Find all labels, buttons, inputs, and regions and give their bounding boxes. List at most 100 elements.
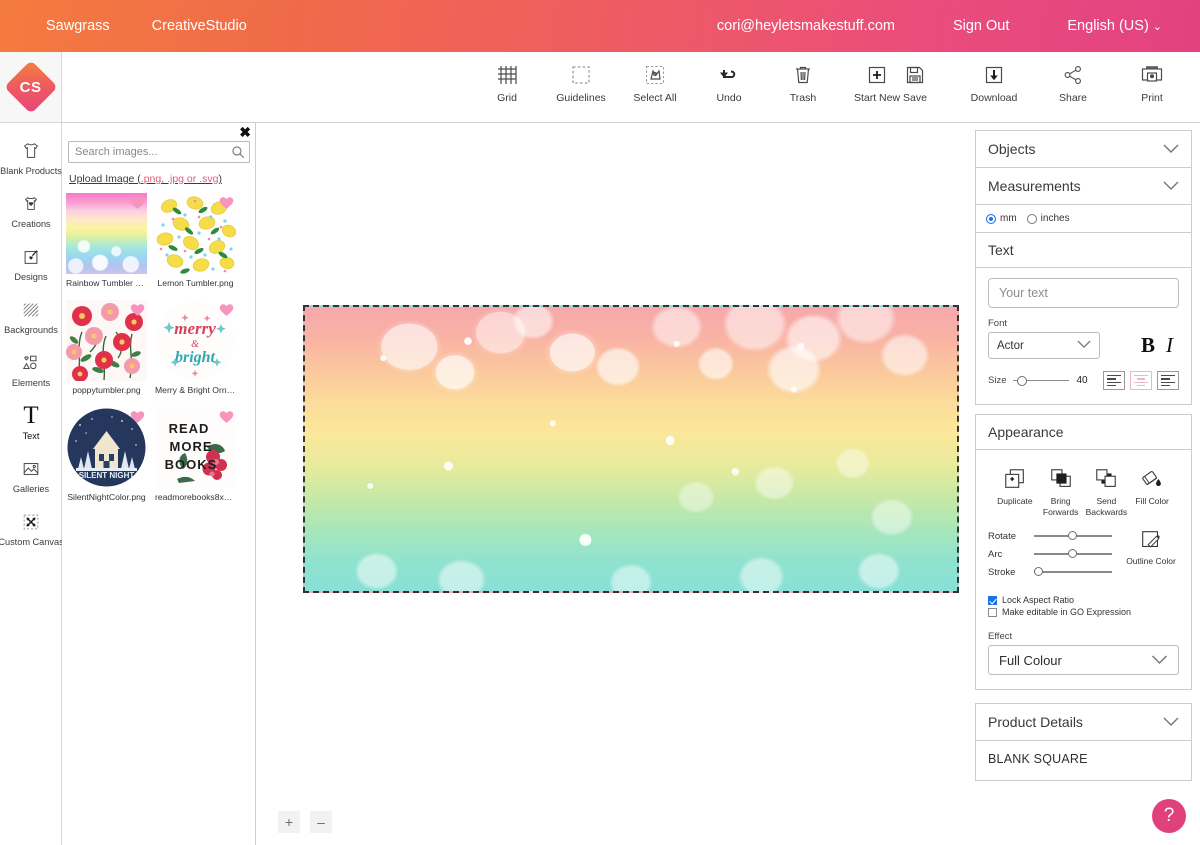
search-container <box>68 141 250 163</box>
thumbnail-item[interactable]: SILENT NIGHT SilentNightColor.png <box>66 407 147 502</box>
bring-forwards-button[interactable]: Bring Forwards <box>1038 466 1084 517</box>
inches-label[interactable]: inches <box>1041 213 1070 224</box>
sidebar-item-text[interactable]: T Text <box>0 398 62 445</box>
size-slider[interactable] <box>1013 375 1070 387</box>
align-center-button[interactable] <box>1130 371 1152 390</box>
thumbnail-item[interactable]: poppytumbler.png <box>66 300 147 395</box>
mm-label[interactable]: mm <box>1000 213 1017 224</box>
inches-radio[interactable] <box>1026 213 1037 224</box>
thumbnail-name: readmorebooks8x10.jpg <box>155 492 236 502</box>
upload-image-link[interactable]: Upload Image (.png, .jpg or .svg) <box>69 173 222 185</box>
select-all-button[interactable]: Select All <box>629 60 681 104</box>
favorite-heart-icon[interactable] <box>218 408 235 425</box>
grid-label: Grid <box>497 92 517 104</box>
zoom-in-button[interactable]: + <box>278 811 300 833</box>
svg-text:bright: bright <box>175 349 216 366</box>
fill-color-button[interactable]: Fill Color <box>1129 466 1175 517</box>
lock-aspect-ratio-checkbox[interactable] <box>988 595 997 605</box>
svg-text:READ: READ <box>169 421 210 436</box>
effect-select[interactable]: Full Colour <box>988 645 1179 676</box>
sidebar-item-designs[interactable]: Designs <box>0 239 62 286</box>
help-button[interactable]: ? <box>1152 799 1186 833</box>
language-selector[interactable]: English (US) ⌄ <box>1067 18 1162 34</box>
units-radio-group: mm inches <box>976 205 1191 232</box>
italic-button[interactable]: I <box>1166 333 1173 358</box>
text-style-buttons: B I <box>1141 333 1179 358</box>
app-name-link[interactable]: CreativeStudio <box>152 18 247 34</box>
guidelines-button[interactable]: Guidelines <box>555 60 607 104</box>
favorite-heart-icon[interactable] <box>218 301 235 318</box>
thumbnail-item[interactable]: Rainbow Tumbler Wra... <box>66 193 147 288</box>
save-button[interactable]: Save <box>889 60 941 104</box>
outline-color-button[interactable]: Outline Color <box>1123 527 1179 581</box>
sign-out-link[interactable]: Sign Out <box>953 18 1009 34</box>
app-logo[interactable]: CS <box>0 52 62 123</box>
sidebar-item-custom-canvas[interactable]: Custom Canvas <box>0 504 64 551</box>
thumbnail-image[interactable] <box>66 300 147 381</box>
favorite-heart-icon[interactable] <box>129 301 146 318</box>
thumbnail-name: Merry & Bright Ornam... <box>155 385 236 395</box>
sidebar-label-designs: Designs <box>14 272 48 282</box>
thumbnail-image[interactable] <box>155 193 236 274</box>
sidebar-item-creations[interactable]: Creations <box>0 186 62 233</box>
sidebar-item-galleries[interactable]: Galleries <box>0 451 62 498</box>
mm-radio[interactable] <box>986 213 996 224</box>
print-button[interactable]: Print <box>1126 60 1178 104</box>
share-button[interactable]: Share <box>1047 60 1099 104</box>
appearance-title: Appearance <box>988 424 1064 440</box>
search-icon[interactable] <box>231 145 245 164</box>
trash-button[interactable]: Trash <box>777 60 829 104</box>
svg-text:SILENT NIGHT: SILENT NIGHT <box>79 471 135 480</box>
bold-button[interactable]: B <box>1141 333 1155 358</box>
thumbnail-image[interactable]: SILENT NIGHT <box>66 407 147 488</box>
align-right-button[interactable] <box>1157 371 1179 390</box>
send-backwards-button[interactable]: Send Backwards <box>1084 466 1130 517</box>
rotate-slider-knob[interactable] <box>1068 531 1077 541</box>
rotate-slider[interactable] <box>1034 530 1112 542</box>
start-new-icon <box>866 60 888 86</box>
favorite-heart-icon[interactable] <box>218 194 235 211</box>
artboard-selected-image[interactable] <box>303 305 959 593</box>
download-button[interactable]: Download <box>968 60 1020 104</box>
favorite-heart-icon[interactable] <box>129 408 146 425</box>
thumbnail-item[interactable]: Lemon Tumbler.png <box>155 193 236 288</box>
text-input[interactable] <box>988 278 1179 308</box>
measurements-accordion-header[interactable]: Measurements <box>976 168 1191 204</box>
favorite-heart-icon[interactable] <box>129 194 146 211</box>
tshirt-icon <box>21 139 41 163</box>
appearance-card: Appearance Duplicate Bring Forwards Send… <box>975 414 1192 691</box>
go-expression-row[interactable]: Make editable in GO Expression <box>988 607 1179 617</box>
font-row: Actor B I <box>988 332 1179 359</box>
thumbnail-image[interactable] <box>66 193 147 274</box>
product-details-header[interactable]: Product Details <box>976 704 1191 741</box>
go-expression-checkbox[interactable] <box>988 607 997 617</box>
stroke-slider-knob[interactable] <box>1034 567 1043 577</box>
font-select[interactable]: Actor <box>988 332 1100 359</box>
fill-color-icon <box>1140 466 1164 492</box>
zoom-out-button[interactable]: – <box>310 811 332 833</box>
thumbnail-item[interactable]: READ MORE BOOKS readmorebooks8x10.jpg <box>155 407 236 502</box>
objects-accordion-header[interactable]: Objects <box>976 131 1191 167</box>
canvas-area[interactable]: + – <box>256 123 973 845</box>
stroke-slider[interactable] <box>1034 566 1112 578</box>
size-slider-knob[interactable] <box>1017 375 1028 386</box>
thumbnail-image[interactable]: READ MORE BOOKS <box>155 407 236 488</box>
objects-title: Objects <box>988 141 1036 157</box>
undo-button[interactable]: Undo <box>703 60 755 104</box>
arc-slider-knob[interactable] <box>1068 549 1077 559</box>
sidebar-item-elements[interactable]: Elements <box>0 345 62 392</box>
sidebar-item-blank-products[interactable]: Blank Products <box>0 133 62 180</box>
thumbnail-image[interactable]: merry & bright <box>155 300 236 381</box>
lock-aspect-ratio-row[interactable]: Lock Aspect Ratio <box>988 595 1179 605</box>
sidebar-item-backgrounds[interactable]: Backgrounds <box>0 292 62 339</box>
search-input[interactable] <box>68 141 250 163</box>
close-icon[interactable]: ✖ <box>239 125 251 139</box>
duplicate-button[interactable]: Duplicate <box>992 466 1038 517</box>
save-label: Save <box>903 92 927 104</box>
grid-button[interactable]: Grid <box>481 60 533 104</box>
align-left-button[interactable] <box>1103 371 1125 390</box>
thumbnail-item[interactable]: merry & bright Merry & Bright Orna <box>155 300 236 395</box>
toolbar-center-group: Grid Guidelines Select All Undo Trash St… <box>481 60 903 104</box>
brand-link[interactable]: Sawgrass <box>46 18 110 34</box>
arc-slider[interactable] <box>1034 548 1112 560</box>
